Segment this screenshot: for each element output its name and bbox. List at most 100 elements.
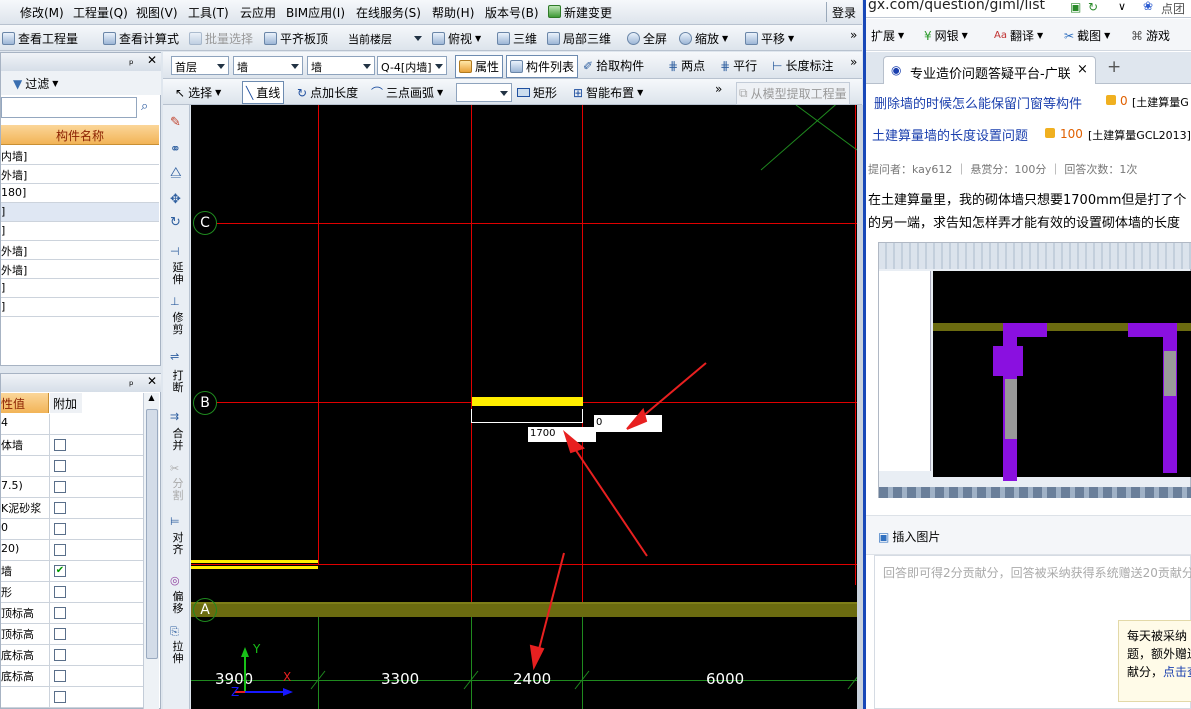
extra-checkbox[interactable] [54, 670, 66, 682]
mirror-icon[interactable]: ⧋ [170, 165, 182, 180]
batch-select-button[interactable]: 批量选择 [189, 30, 253, 47]
property-row[interactable]: 墙 ✔ [1, 561, 143, 582]
new-tab-icon[interactable]: + [1107, 57, 1121, 77]
question-title[interactable]: 土建算量墙的长度设置问题 [872, 125, 1028, 144]
length-dim-button[interactable]: ⊢ 长度标注 [772, 57, 833, 74]
pan-button[interactable]: 平移 ▼ [745, 30, 794, 47]
list-item[interactable]: 外墙] [1, 241, 159, 260]
extra-checkbox[interactable] [54, 586, 66, 598]
address-bar[interactable]: gx.com/question/giml/list ▣ ↻ ∨ ❀ 点团 [866, 0, 1191, 18]
filter-button[interactable]: ▼ 过滤 ▼ [13, 75, 58, 92]
close-icon[interactable]: ✕ [147, 374, 157, 388]
list-item[interactable]: 180] [1, 184, 159, 203]
property-row[interactable]: 体墙 [1, 435, 143, 456]
property-row[interactable]: 底标高 [1, 645, 143, 666]
bank-button[interactable]: ¥ 网银 ▼ [924, 27, 968, 44]
list-item[interactable]: 外墙] [1, 260, 159, 279]
translate-button[interactable]: Aa 翻译 ▼ [994, 27, 1043, 44]
list-item[interactable]: ] [1, 222, 159, 241]
break-icon[interactable]: ⇌ [170, 350, 179, 363]
search-input[interactable] [1, 97, 137, 118]
property-row[interactable] [1, 687, 143, 708]
list-item[interactable]: ] [1, 298, 159, 317]
search-hint[interactable]: 点团 [1161, 0, 1185, 17]
menu-tools[interactable]: 工具(T) [188, 4, 229, 21]
property-row[interactable]: 7.5) [1, 477, 143, 498]
refresh-icon[interactable]: ↻ [1088, 0, 1098, 14]
smart-layout-button[interactable]: ⊞ 智能布置 ▼ [573, 84, 643, 101]
drawing-canvas[interactable]: 1700 0 C B A 3900 3300 2400 6000 Y X Z [191, 105, 857, 709]
property-row[interactable]: 底标高 [1, 666, 143, 687]
new-change-button[interactable]: 新建变更 [548, 4, 612, 21]
fullscreen-button[interactable]: 全屏 [627, 30, 667, 47]
paw-icon[interactable]: ❀ [1143, 0, 1153, 13]
list-item[interactable]: 外墙] [1, 165, 159, 184]
rotate-icon[interactable]: ↻ [170, 215, 181, 230]
type-select[interactable]: 墙 [307, 56, 375, 75]
extra-checkbox[interactable] [54, 544, 66, 556]
category-select[interactable]: 墙 [233, 56, 303, 75]
property-row[interactable]: 顶标高 [1, 624, 143, 645]
extra-checkbox[interactable] [54, 523, 66, 535]
select-button[interactable]: ↖ 选择 ▼ [175, 84, 221, 101]
split-button[interactable]: 分割 [171, 478, 185, 502]
split-icon[interactable]: ✂ [170, 462, 179, 475]
extra-checkbox[interactable] [54, 628, 66, 640]
move-icon[interactable]: ✥ [170, 192, 181, 207]
props-scrollbar[interactable]: ▲ [143, 393, 159, 709]
offset-icon[interactable]: ◎ [170, 574, 180, 587]
component-select[interactable]: Q-4[内墙] [377, 56, 447, 75]
extend-button[interactable]: 延伸 [171, 262, 185, 286]
extra-checkbox[interactable] [54, 691, 66, 703]
search-icon[interactable]: ⌕ [141, 99, 148, 114]
view-formula-button[interactable]: 查看计算式 [103, 30, 179, 47]
extra-checkbox[interactable] [54, 481, 66, 493]
menu-bim[interactable]: BIM应用(I) [286, 4, 345, 21]
property-row[interactable]: 0 [1, 519, 143, 540]
pin-icon[interactable]: ₚ [129, 54, 134, 67]
extra-checkbox[interactable] [54, 607, 66, 619]
trim-icon[interactable]: ⊥ [170, 295, 180, 308]
login-button[interactable]: 登录 [832, 4, 856, 21]
extract-model-button[interactable]: ⧉ 从模型提取工程量 [736, 82, 850, 105]
games-button[interactable]: ⌘ 游戏 [1131, 27, 1170, 44]
question-image[interactable] [878, 242, 1191, 498]
pin-icon[interactable]: ₚ [129, 375, 134, 388]
toolbar-overflow-icon[interactable]: » [715, 82, 722, 96]
extra-checkbox[interactable] [54, 649, 66, 661]
property-row[interactable] [1, 456, 143, 477]
menu-quantity[interactable]: 工程量(Q) [73, 4, 128, 21]
parallel-button[interactable]: ⋕ 平行 [720, 57, 757, 74]
arc-button[interactable]: ⌒ 三点画弧 ▼ [371, 84, 443, 101]
tab-close-icon[interactable]: × [1077, 62, 1088, 77]
stretch-icon[interactable]: ⎘ [170, 625, 179, 639]
merge-button[interactable]: 合并 [171, 428, 185, 452]
rectangle-button[interactable]: 矩形 [517, 84, 557, 101]
extensions-button[interactable]: 扩展 ▼ [871, 27, 904, 44]
view-project-button[interactable]: 查看工程量 [2, 30, 78, 47]
property-row[interactable]: 4 [1, 414, 143, 435]
line-button[interactable]: ╲ 直线 [242, 81, 285, 104]
zoom-button[interactable]: 缩放 ▼ [679, 30, 728, 47]
break-button[interactable]: 打断 [171, 370, 185, 394]
menu-modify[interactable]: 修改(M) [20, 4, 64, 21]
arc-option-select[interactable] [456, 83, 512, 102]
toolbar-overflow-icon[interactable]: » [850, 55, 857, 69]
scroll-thumb[interactable] [146, 409, 158, 659]
property-row[interactable]: K泥砂浆 [1, 498, 143, 519]
offset-button[interactable]: 偏移 [171, 591, 185, 615]
merge-icon[interactable]: ⇉ [170, 410, 179, 423]
local-3d-button[interactable]: 局部三维 [547, 30, 611, 47]
list-item[interactable]: ] [1, 279, 159, 298]
align-button[interactable]: 对齐 [171, 532, 185, 556]
insert-image-button[interactable]: ▣ 插入图片 [878, 528, 940, 545]
extra-checkbox[interactable] [54, 439, 66, 451]
copy-icon[interactable]: ⚭ [170, 142, 181, 157]
scroll-up-icon[interactable]: ▲ [144, 393, 159, 407]
menu-online[interactable]: 在线服务(S) [356, 4, 421, 21]
browser-tab[interactable]: ◉ 专业造价问题答疑平台-广联达 × [883, 56, 1096, 84]
screenshot-button[interactable]: ✂ 截图 ▼ [1064, 27, 1110, 44]
flat-slab-button[interactable]: 平齐板顶 [264, 30, 328, 47]
extra-checkbox[interactable] [54, 460, 66, 472]
point-length-button[interactable]: ↻ 点加长度 [297, 84, 358, 101]
